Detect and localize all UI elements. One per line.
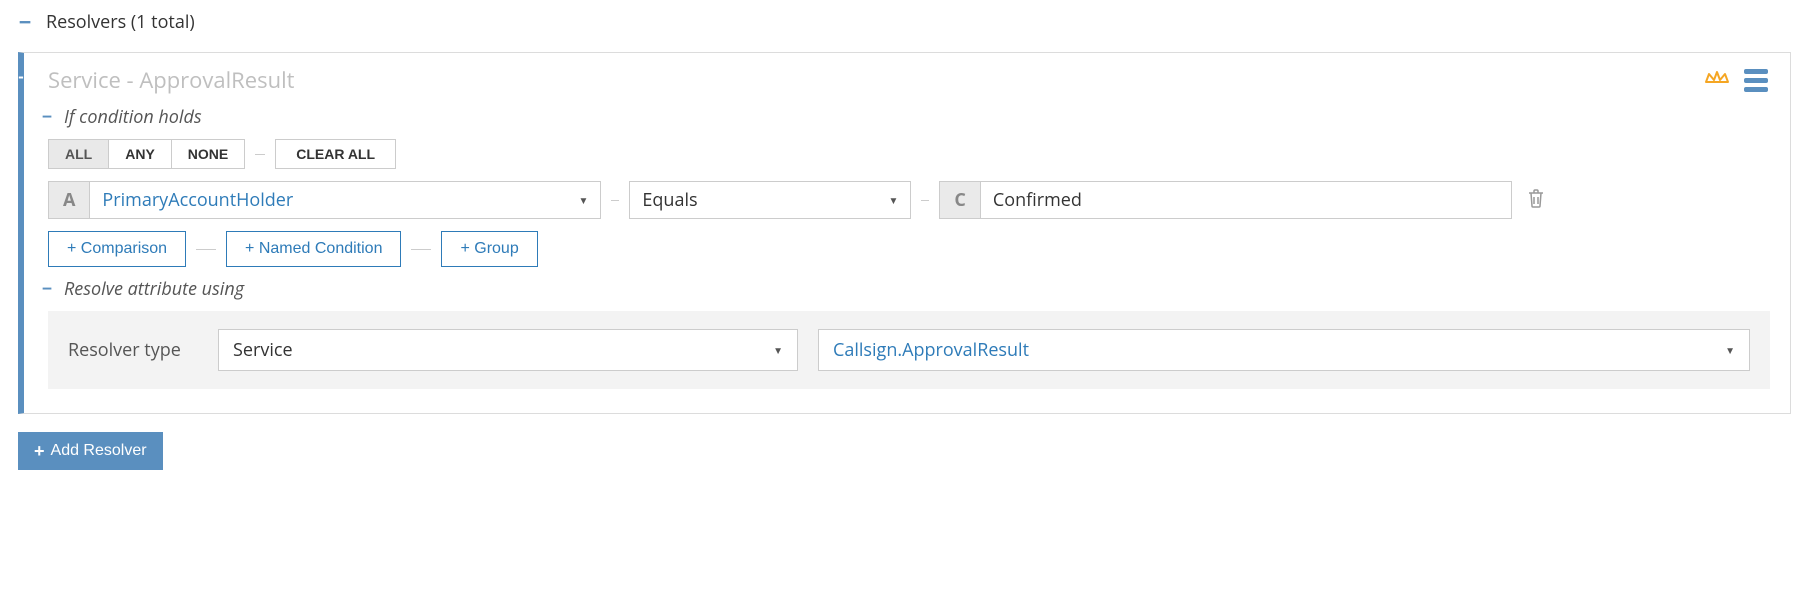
add-named-condition-button[interactable]: + Named Condition — [226, 231, 401, 267]
resolve-section-label: Resolve attribute using — [64, 277, 244, 301]
resolvers-section-header: − Resolvers (1 total) — [10, 10, 1791, 34]
crown-icon[interactable] — [1704, 68, 1730, 93]
card-collapse-handle[interactable]: - — [18, 61, 24, 91]
add-condition-row: + Comparison + Named Condition + Group — [48, 231, 1770, 267]
chevron-down-icon: ▼ — [889, 193, 899, 207]
connector-line — [411, 249, 431, 250]
condition-row: A PrimaryAccountHolder ▼ Equals ▼ C Conf… — [48, 181, 1770, 219]
connector-line — [255, 154, 265, 155]
condition-operator-select[interactable]: Equals ▼ — [629, 181, 911, 219]
value-value: Confirmed — [993, 188, 1082, 212]
card-actions — [1704, 67, 1770, 94]
hamburger-menu-icon[interactable] — [1742, 67, 1770, 94]
add-resolver-label: Add Resolver — [51, 442, 147, 460]
card-title: Service - ApprovalResult — [48, 65, 294, 95]
chevron-down-icon: ▼ — [773, 343, 783, 357]
resolver-type-value: Service — [233, 338, 293, 362]
resolver-service-value: Callsign.ApprovalResult — [833, 338, 1029, 362]
chevron-down-icon: ▼ — [579, 193, 589, 207]
value-prefix: C — [940, 182, 980, 218]
condition-section-label: If condition holds — [64, 105, 202, 129]
connector-line — [611, 200, 619, 201]
resolve-section: − Resolve attribute using Resolver type … — [48, 277, 1770, 389]
add-group-button[interactable]: + Group — [441, 231, 537, 267]
collapse-icon[interactable]: − — [16, 11, 34, 33]
attribute-prefix: A — [49, 182, 90, 218]
resolver-service-select[interactable]: Callsign.ApprovalResult ▼ — [818, 329, 1750, 371]
add-comparison-button[interactable]: + Comparison — [48, 231, 186, 267]
condition-value-select[interactable]: C Confirmed — [939, 181, 1511, 219]
resolver-type-label: Resolver type — [68, 338, 198, 362]
add-resolver-button[interactable]: + Add Resolver — [18, 432, 163, 470]
plus-icon: + — [34, 442, 45, 460]
connector-line — [921, 200, 929, 201]
resolver-card: - Service - ApprovalResult − If conditio… — [18, 52, 1791, 414]
mode-any-button[interactable]: ANY — [109, 140, 172, 168]
condition-section-header: − If condition holds — [38, 105, 1770, 129]
operator-value: Equals — [642, 188, 697, 212]
mode-all-button[interactable]: ALL — [49, 140, 109, 168]
condition-section: − If condition holds ALL ANY NONE CLEAR … — [48, 105, 1770, 267]
connector-line — [196, 249, 216, 250]
condition-attribute-select[interactable]: A PrimaryAccountHolder ▼ — [48, 181, 601, 219]
mode-none-button[interactable]: NONE — [172, 140, 244, 168]
card-header: Service - ApprovalResult — [48, 65, 1770, 95]
attribute-value: PrimaryAccountHolder — [102, 188, 293, 212]
clear-all-button[interactable]: CLEAR ALL — [275, 139, 396, 169]
delete-condition-icon[interactable] — [1522, 183, 1550, 218]
collapse-icon[interactable]: − — [38, 108, 56, 126]
resolver-type-select[interactable]: Service ▼ — [218, 329, 798, 371]
chevron-down-icon: ▼ — [1725, 343, 1735, 357]
collapse-icon[interactable]: − — [38, 280, 56, 298]
resolve-section-header: − Resolve attribute using — [38, 277, 1770, 301]
condition-mode-row: ALL ANY NONE CLEAR ALL — [48, 139, 1770, 169]
section-title: Resolvers (1 total) — [46, 10, 195, 34]
condition-mode-group: ALL ANY NONE — [48, 139, 245, 169]
resolve-config-box: Resolver type Service ▼ Callsign.Approva… — [48, 311, 1770, 389]
